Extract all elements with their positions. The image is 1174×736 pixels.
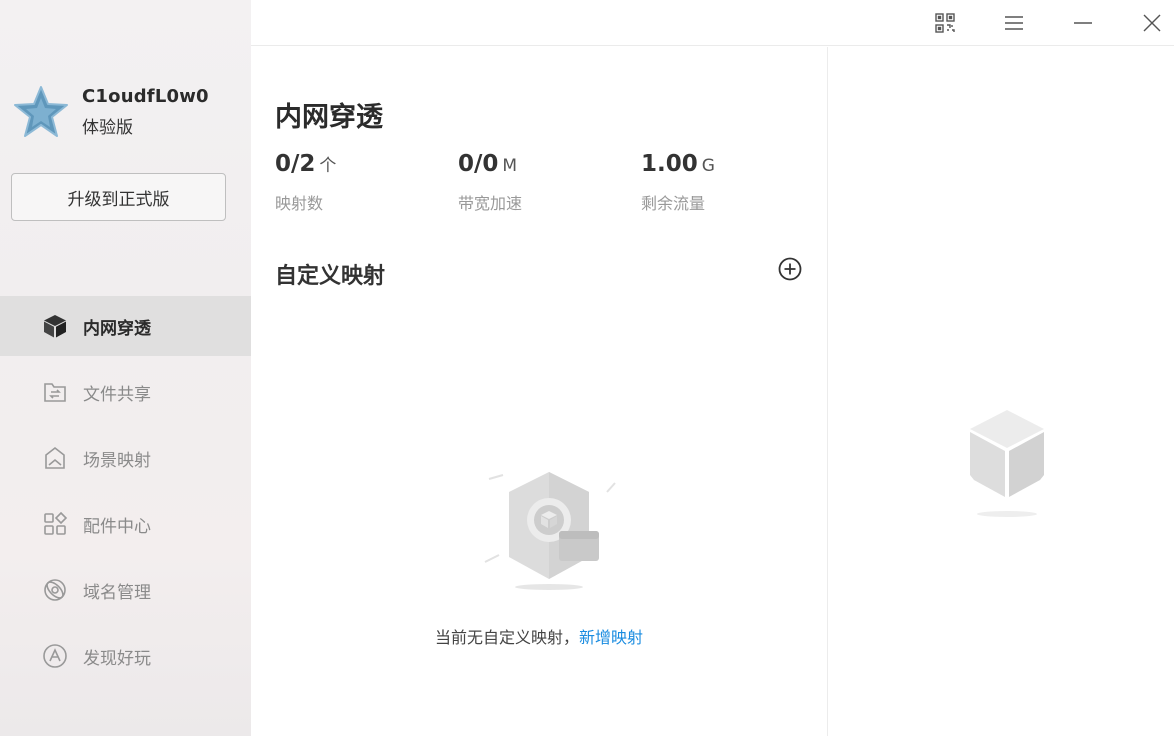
menu-icon	[1005, 16, 1023, 30]
section-title: 自定义映射	[275, 264, 386, 289]
sidebar-item-label: 发现好玩	[83, 648, 151, 669]
stat-label: 剩余流量	[641, 194, 706, 213]
menu-button[interactable]	[998, 8, 1030, 38]
discover-icon	[42, 643, 68, 669]
sidebar-item-label: 配件中心	[83, 516, 151, 537]
sidebar-item-intranet[interactable]: 内网穿透	[0, 296, 251, 356]
qrcode-icon	[935, 13, 955, 33]
sidebar-item-label: 文件共享	[83, 384, 151, 405]
add-mapping-icon[interactable]	[778, 257, 802, 281]
close-icon	[1143, 14, 1161, 32]
qrcode-button[interactable]	[929, 8, 961, 38]
stat-traffic: 1.00 G 剩余流量	[641, 151, 715, 214]
stat-value: 1.00	[641, 151, 698, 177]
sidebar-item-label: 域名管理	[83, 582, 151, 603]
empty-state-illustration	[484, 472, 616, 590]
page-title: 内网穿透	[275, 102, 383, 133]
stat-value: 0/0	[458, 151, 499, 177]
username: C1oudfL0w0	[82, 86, 209, 107]
sidebar-item-file-share[interactable]: 文件共享	[0, 359, 251, 425]
sidebar-item-accessories[interactable]: 配件中心	[0, 491, 251, 557]
scene-map-icon	[42, 445, 68, 471]
stat-unit: M	[502, 156, 518, 176]
grid-apps-icon	[42, 511, 68, 537]
main-panel: 内网穿透 0/2 个 映射数 0/0 M 带宽加速 1.00 G 剩余流量 自定义映射…	[251, 47, 827, 736]
stat-bandwidth: 0/0 M 带宽加速	[458, 151, 522, 214]
stat-unit: 个	[319, 156, 337, 176]
sidebar-item-scene-map[interactable]: 场景映射	[0, 425, 251, 491]
cube-icon	[42, 313, 68, 339]
empty-state-message: 当前无自定义映射，新增映射	[251, 624, 827, 648]
cube-placeholder-icon	[970, 410, 1044, 517]
sidebar: C1oudfL0w0 体验版 升级到正式版 内网穿透 文件共享 场景映射 配件中…	[0, 0, 251, 736]
stat-value: 0/2	[275, 151, 316, 177]
add-mapping-link[interactable]: 新增映射	[579, 628, 643, 647]
title-bar	[251, 0, 1174, 46]
stat-label: 映射数	[275, 194, 324, 213]
close-button[interactable]	[1136, 8, 1168, 38]
user-profile: C1oudfL0w0 体验版	[12, 84, 209, 142]
avatar-star-icon[interactable]	[12, 84, 70, 142]
panel-divider	[827, 47, 828, 736]
sidebar-item-label: 场景映射	[83, 450, 151, 471]
domain-icon	[42, 577, 68, 603]
folder-share-icon	[42, 379, 68, 405]
stat-mappings: 0/2 个 映射数	[275, 151, 336, 214]
stat-label: 带宽加速	[458, 194, 523, 213]
edition-label: 体验版	[82, 118, 133, 138]
empty-state-text: 当前无自定义映射，	[434, 628, 579, 647]
minimize-button[interactable]	[1067, 8, 1099, 38]
sidebar-item-label: 内网穿透	[83, 318, 151, 339]
sidebar-item-domain[interactable]: 域名管理	[0, 557, 251, 623]
stat-unit: G	[701, 156, 715, 176]
minimize-icon	[1074, 22, 1092, 24]
sidebar-nav: 内网穿透 文件共享 场景映射 配件中心 域名管理 发现好玩	[0, 296, 251, 689]
sidebar-item-discover[interactable]: 发现好玩	[0, 623, 251, 689]
upgrade-button[interactable]: 升级到正式版	[11, 173, 226, 221]
